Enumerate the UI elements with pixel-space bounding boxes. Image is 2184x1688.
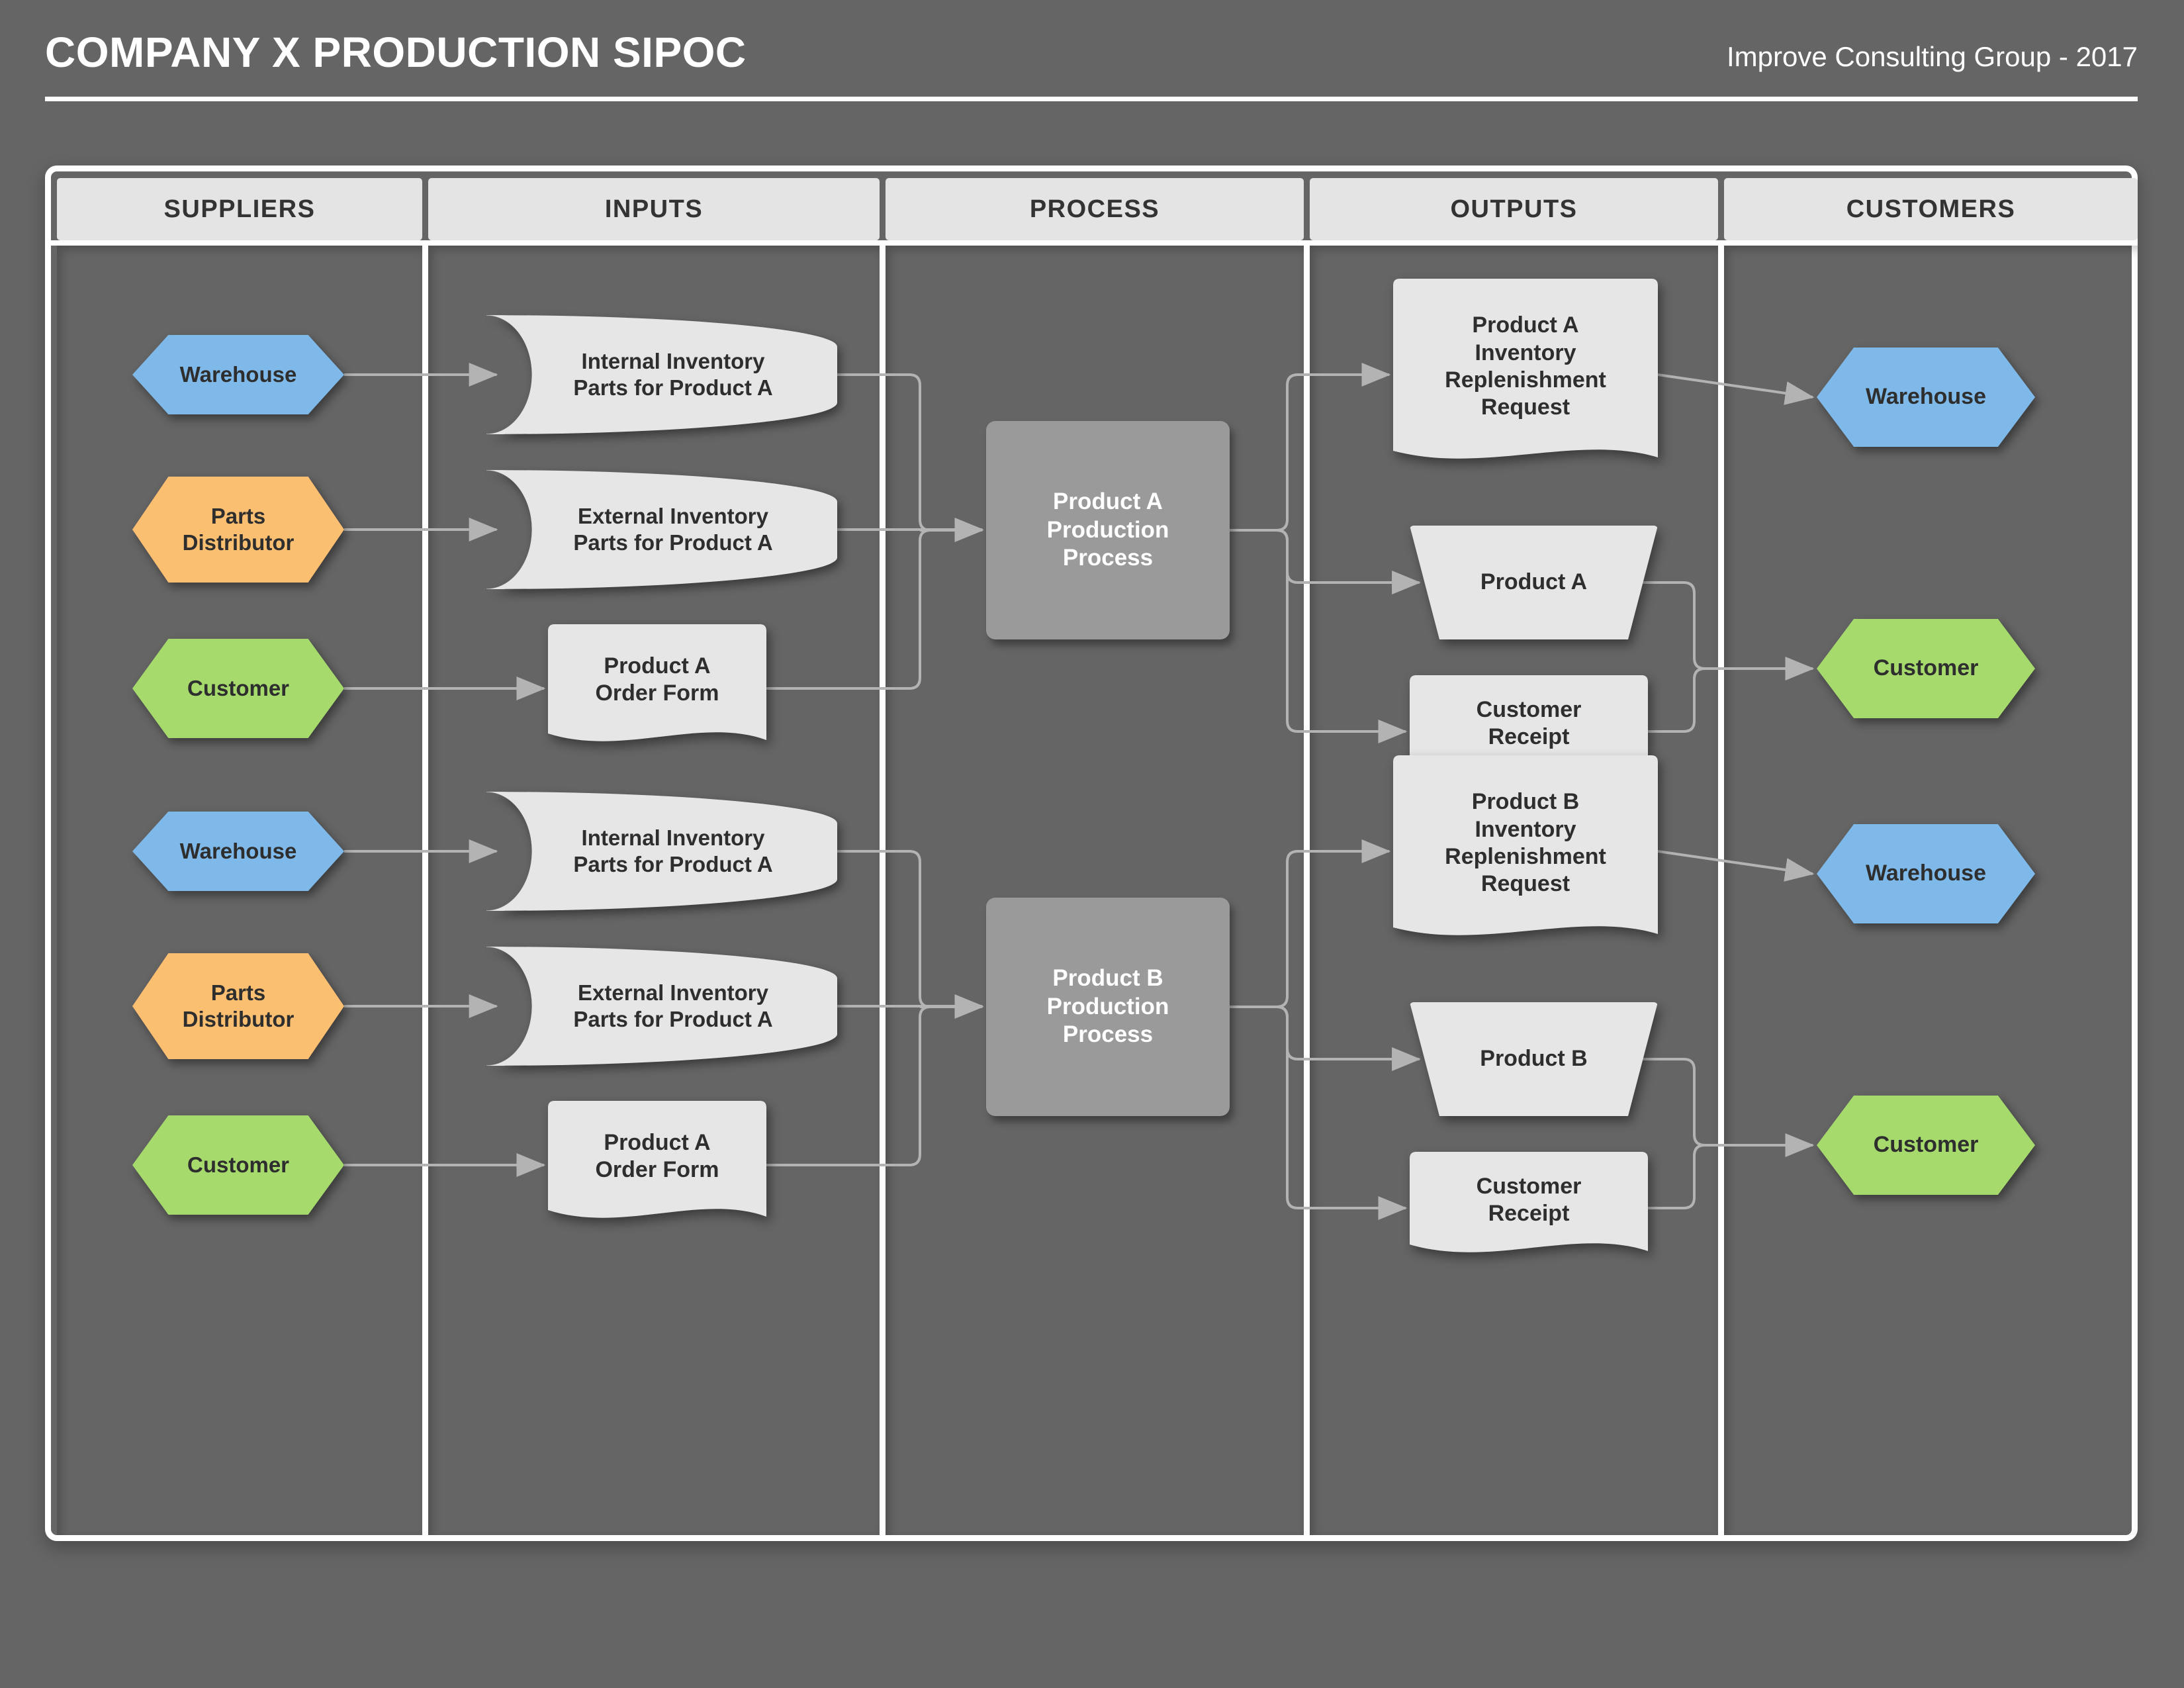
node-label: Parts Distributor bbox=[182, 980, 295, 1031]
node-label: External Inventory Parts for Product A bbox=[573, 980, 773, 1031]
node-label: Customer bbox=[1873, 655, 1979, 681]
column-header-label: INPUTS bbox=[604, 195, 704, 223]
output-node[interactable]: Product A Inventory Replenishment Request bbox=[1393, 279, 1658, 471]
node-label: Warehouse bbox=[1865, 384, 1986, 410]
node-label: Product A Order Form bbox=[595, 653, 719, 706]
page-title: COMPANY X PRODUCTION SIPOC bbox=[45, 28, 747, 76]
column-header-label: CUSTOMERS bbox=[1846, 195, 2016, 223]
node-label: External Inventory Parts for Product A bbox=[573, 503, 773, 555]
column-divider bbox=[1718, 246, 1724, 1535]
node-label: Internal Inventory Parts for Product A bbox=[573, 825, 773, 876]
customer-node[interactable]: Customer bbox=[1817, 1096, 2035, 1195]
customer-node[interactable]: Warehouse bbox=[1817, 348, 2035, 447]
input-node[interactable]: Product A Order Form bbox=[548, 1100, 766, 1230]
customer-node[interactable]: Customer bbox=[1817, 619, 2035, 718]
node-label: Product A bbox=[1480, 569, 1588, 595]
column-header-suppliers: SUPPLIERS bbox=[57, 178, 422, 240]
column-header-label: PROCESS bbox=[1029, 195, 1160, 223]
supplier-node[interactable]: Warehouse bbox=[132, 335, 344, 414]
customer-node[interactable]: Warehouse bbox=[1817, 824, 2035, 923]
input-node[interactable]: Product A Order Form bbox=[548, 624, 766, 753]
column-header-label: OUTPUTS bbox=[1450, 195, 1578, 223]
input-node[interactable]: Internal Inventory Parts for Product A bbox=[486, 315, 837, 434]
supplier-node[interactable]: Parts Distributor bbox=[132, 953, 344, 1059]
node-label: Product A Order Form bbox=[595, 1129, 719, 1182]
column-header-customers: CUSTOMERS bbox=[1724, 178, 2138, 240]
node-label: Warehouse bbox=[179, 361, 297, 387]
node-label: Customer bbox=[187, 675, 290, 700]
input-node[interactable]: External Inventory Parts for Product A bbox=[486, 470, 837, 589]
supplier-node[interactable]: Warehouse bbox=[132, 812, 344, 891]
title-divider bbox=[45, 97, 2138, 101]
input-node[interactable]: External Inventory Parts for Product A bbox=[486, 947, 837, 1066]
output-node[interactable]: Product B Inventory Replenishment Request bbox=[1393, 755, 1658, 947]
node-label: Warehouse bbox=[179, 838, 297, 863]
header-band-divider bbox=[51, 240, 2132, 246]
node-label: Product B bbox=[1480, 1046, 1588, 1072]
column-header-outputs: OUTPUTS bbox=[1310, 178, 1718, 240]
column-header-process: PROCESS bbox=[886, 178, 1304, 240]
column-divider bbox=[880, 246, 886, 1535]
node-label: Warehouse bbox=[1865, 861, 1986, 886]
column-divider bbox=[1304, 246, 1310, 1535]
node-label: Product A Production Process bbox=[1046, 488, 1169, 571]
process-node[interactable]: Product B Production Process bbox=[986, 898, 1230, 1116]
node-label: Customer bbox=[187, 1152, 290, 1177]
column-divider bbox=[422, 246, 428, 1535]
output-node[interactable]: Product B bbox=[1410, 1002, 1658, 1116]
page-header: COMPANY X PRODUCTION SIPOC Improve Consu… bbox=[0, 0, 2184, 113]
node-label: Product B Inventory Replenishment Request bbox=[1445, 789, 1606, 897]
node-label: Customer Receipt bbox=[1476, 1173, 1582, 1226]
output-node[interactable]: Product A bbox=[1410, 526, 1658, 639]
output-node[interactable]: Customer Receipt bbox=[1410, 1152, 1648, 1264]
process-node[interactable]: Product A Production Process bbox=[986, 421, 1230, 639]
supplier-node[interactable]: Customer bbox=[132, 639, 344, 738]
supplier-node[interactable]: Customer bbox=[132, 1115, 344, 1215]
node-label: Product B Production Process bbox=[1046, 964, 1169, 1048]
column-header-inputs: INPUTS bbox=[428, 178, 880, 240]
node-label: Customer Receipt bbox=[1476, 696, 1582, 749]
column-header-label: SUPPLIERS bbox=[163, 195, 316, 223]
node-label: Customer bbox=[1873, 1132, 1979, 1158]
input-node[interactable]: Internal Inventory Parts for Product A bbox=[486, 792, 837, 911]
node-label: Parts Distributor bbox=[182, 503, 295, 555]
node-label: Internal Inventory Parts for Product A bbox=[573, 348, 773, 400]
credit-line: Improve Consulting Group - 2017 bbox=[1727, 41, 2138, 72]
supplier-node[interactable]: Parts Distributor bbox=[132, 477, 344, 583]
node-label: Product A Inventory Replenishment Request bbox=[1445, 312, 1606, 420]
